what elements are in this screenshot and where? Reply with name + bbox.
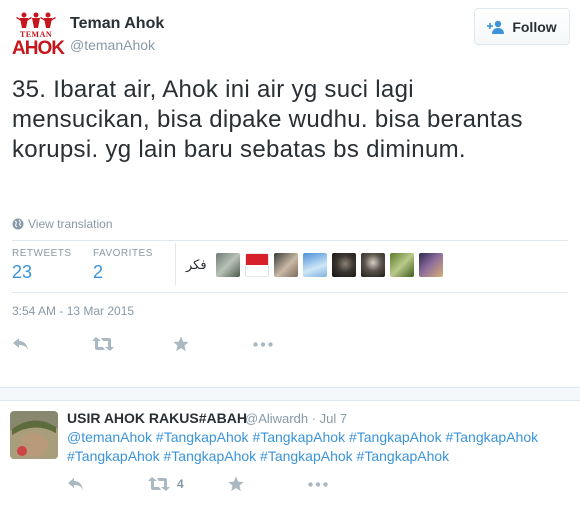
favoriter-avatar[interactable] bbox=[302, 253, 327, 277]
reply-icon bbox=[13, 338, 28, 350]
reply-text-line[interactable]: @temanAhok #TangkapAhok #TangkapAhok #Ta… bbox=[67, 428, 572, 447]
reply-button[interactable] bbox=[12, 337, 30, 351]
reply-reply-button[interactable] bbox=[67, 477, 85, 491]
view-translation-link[interactable]: View translation bbox=[12, 217, 113, 231]
people-logo-icon bbox=[16, 12, 56, 28]
favoriter-avatar[interactable] bbox=[215, 253, 240, 277]
follow-button[interactable]: Follow bbox=[474, 8, 570, 45]
divider bbox=[12, 240, 568, 241]
favorite-star-icon bbox=[173, 336, 189, 351]
favoriter-avatar[interactable] bbox=[360, 253, 385, 277]
favoriter-avatar[interactable] bbox=[389, 253, 414, 277]
retweets-count: 23 bbox=[12, 262, 33, 282]
add-user-icon bbox=[487, 20, 505, 34]
favoriter-avatar[interactable] bbox=[331, 253, 356, 277]
reply-author-meta[interactable]: @Aliwardh · Jul 7 bbox=[245, 411, 347, 426]
reply-retweet-button[interactable]: 4 bbox=[148, 477, 184, 491]
follow-button-label: Follow bbox=[512, 18, 557, 35]
reply-author-avatar[interactable] bbox=[10, 411, 58, 459]
avatar-logo-line2: AHOK bbox=[12, 38, 65, 59]
favorites-label: FAVORITES bbox=[93, 248, 153, 259]
retweet-icon bbox=[148, 477, 170, 491]
tweet-text: 35. Ibarat air, Ahok ini air yg suci lag… bbox=[12, 76, 523, 163]
reply-text-line[interactable]: #TangkapAhok #TangkapAhok #TangkapAhok #… bbox=[67, 447, 572, 466]
favoriter-avatar[interactable] bbox=[273, 253, 298, 277]
retweets-label: RETWEETS bbox=[12, 248, 72, 259]
favoriter-avatar[interactable] bbox=[418, 253, 443, 277]
favorite-star-icon bbox=[228, 476, 244, 491]
author-name[interactable]: Teman Ahok bbox=[70, 15, 164, 33]
retweets-stat[interactable]: RETWEETS 23 bbox=[12, 248, 72, 283]
more-dots-icon bbox=[253, 342, 273, 347]
divider bbox=[12, 292, 568, 293]
reply-avatar-image bbox=[10, 411, 58, 459]
favorites-stat[interactable]: FAVORITES 2 bbox=[93, 248, 153, 283]
replies-section: USIR AHOK RAKUS#ABAH @Aliwardh · Jul 7 @… bbox=[0, 387, 580, 509]
favoriter-avatar[interactable] bbox=[244, 253, 269, 277]
stats-separator bbox=[175, 243, 176, 285]
reply-tweet[interactable]: USIR AHOK RAKUS#ABAH @Aliwardh · Jul 7 @… bbox=[0, 400, 580, 509]
reply-icon bbox=[68, 478, 83, 490]
reply-more-button[interactable] bbox=[308, 482, 328, 487]
retweet-button[interactable] bbox=[92, 337, 114, 351]
view-translation-label: View translation bbox=[28, 217, 113, 231]
favoriters-avatars: فكر bbox=[186, 253, 443, 277]
retweet-icon bbox=[92, 337, 114, 351]
reply-author-name[interactable]: USIR AHOK RAKUS#ABAH bbox=[67, 410, 247, 426]
globe-icon bbox=[12, 218, 24, 230]
reply-retweet-count: 4 bbox=[177, 477, 184, 491]
author-handle[interactable]: @temanAhok bbox=[70, 37, 155, 53]
tweet-timestamp[interactable]: 3:54 AM - 13 Mar 2015 bbox=[12, 304, 134, 318]
author-avatar[interactable]: TEMAN AHOK bbox=[12, 10, 65, 59]
tweet-detail: TEMAN AHOK Teman Ahok @temanAhok Follow … bbox=[0, 0, 580, 387]
favorite-button[interactable] bbox=[173, 336, 189, 352]
more-dots-icon bbox=[308, 482, 328, 487]
favoriter-name[interactable]: فكر bbox=[186, 258, 207, 273]
reply-text: @temanAhok #TangkapAhok #TangkapAhok #Ta… bbox=[67, 428, 572, 466]
reply-favorite-button[interactable] bbox=[228, 476, 244, 492]
favorites-count: 2 bbox=[93, 262, 104, 282]
more-button[interactable] bbox=[253, 342, 273, 347]
